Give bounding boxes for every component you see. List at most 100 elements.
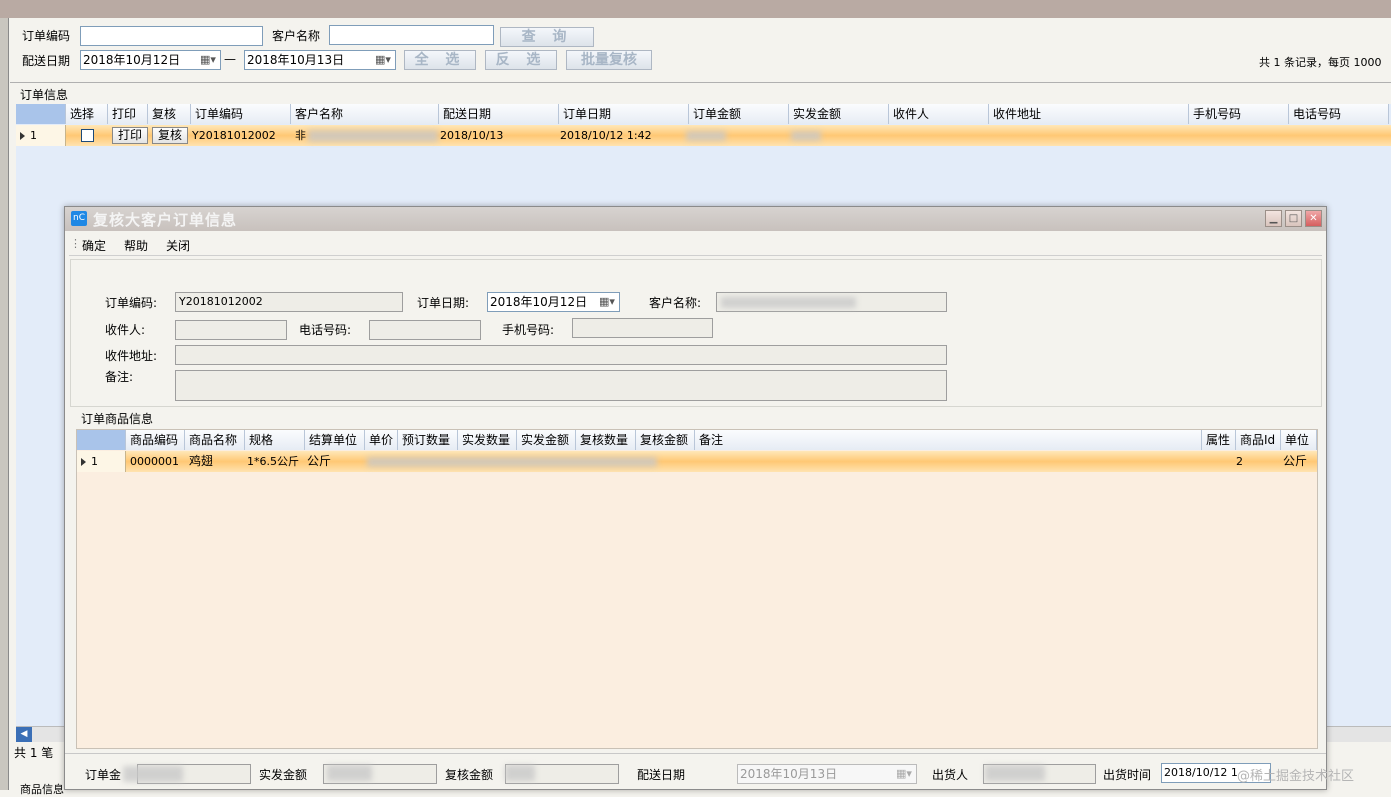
record-info: 共 1 条记录，每页 1000 [1259, 56, 1382, 69]
row-index: 1 [91, 455, 98, 468]
col-header[interactable]: 实发金额 [789, 104, 889, 124]
col-header[interactable]: 商品编码 [126, 430, 185, 450]
table-row[interactable]: 1 0000001 鸡翅 1*6.5公斤 公斤 2 公斤 [77, 451, 1317, 472]
invert-select-button[interactable]: 反 选 [485, 50, 557, 70]
col-header[interactable]: 备注 [695, 430, 1202, 450]
col-header[interactable]: 订单金额 [689, 104, 789, 124]
redacted-blur [505, 765, 535, 781]
delivery-date-value: 2018年10月13日 [740, 767, 838, 781]
calendar-icon[interactable]: ▦▾ [893, 766, 915, 782]
col-header[interactable]: 订单编码 [191, 104, 291, 124]
row-selector[interactable]: 1 [77, 451, 126, 472]
receiver-label: 收件人: [105, 323, 146, 337]
col-header[interactable]: 复核 [148, 104, 191, 124]
col-header[interactable]: 复核金额 [636, 430, 695, 450]
toolbar-grip: ⋮ [70, 237, 81, 250]
date-from-picker[interactable]: 2018年10月12日 ▦▾ [80, 50, 221, 70]
order-section-title: 订单信息 [20, 88, 69, 102]
col-header[interactable]: 订单日期 [559, 104, 689, 124]
redacted-blur [791, 131, 821, 141]
select-all-button[interactable]: 全 选 [404, 50, 476, 70]
col-header[interactable]: 单价 [365, 430, 398, 450]
row-index: 1 [30, 129, 37, 142]
grid-corner [77, 430, 126, 450]
close-icon[interactable]: ✕ [1305, 210, 1322, 227]
row-selector[interactable]: 1 [16, 125, 66, 146]
address-field[interactable] [175, 345, 947, 365]
order-date-cell: 2018/10/12 1:42 [560, 129, 652, 142]
mobile-label: 手机号码: [502, 323, 555, 337]
review-dialog: nC 复核大客户订单信息 ▁ □ ✕ ⋮ 确定 帮助 关闭 订单编码: Y201… [64, 206, 1354, 790]
review-amount-label: 复核金额 [445, 768, 494, 782]
actual-amount-label: 实发金额 [259, 768, 308, 782]
delivery-date-picker[interactable]: 2018年10月13日 ▦▾ [737, 764, 917, 784]
col-header[interactable]: 属性 [1202, 430, 1236, 450]
product-info-label: 商品信息 [20, 783, 64, 796]
divider [65, 753, 1326, 754]
col-header[interactable]: 商品名称 [185, 430, 245, 450]
menu-close[interactable]: 关闭 [166, 237, 190, 254]
date-from-value: 2018年10月12日 [83, 53, 181, 67]
redacted-blur [367, 457, 657, 467]
menu-help[interactable]: 帮助 [124, 237, 148, 254]
maximize-icon[interactable]: □ [1285, 210, 1302, 227]
menu-confirm[interactable]: 确定 [82, 237, 106, 254]
date-to-picker[interactable]: 2018年10月13日 ▦▾ [244, 50, 396, 70]
redacted-blur [308, 130, 438, 142]
order-date-value: 2018年10月12日 [490, 295, 588, 309]
col-header[interactable]: 商品Id [1236, 430, 1281, 450]
delivery-date-cell: 2018/10/13 [440, 129, 504, 142]
goods-unit2-cell: 公斤 [1283, 454, 1308, 468]
remark-field[interactable] [175, 370, 947, 401]
redacted-blur [123, 766, 183, 782]
goods-grid[interactable]: 商品编码 商品名称 规格 结算单位 单价 预订数量 实发数量 实发金额 复核数量… [76, 429, 1318, 749]
col-header[interactable]: 客户名称 [291, 104, 439, 124]
col-header[interactable]: 实发金额 [517, 430, 576, 450]
order-no-label: 订单编码 [22, 29, 71, 43]
col-header[interactable]: 单位 [1281, 430, 1317, 450]
customer-input[interactable] [329, 25, 494, 45]
col-header[interactable]: 收件人 [889, 104, 989, 124]
mobile-field[interactable] [572, 318, 713, 338]
redacted-blur [327, 765, 372, 781]
col-header[interactable]: 手机号码 [1189, 104, 1289, 124]
batch-review-button[interactable]: 批量复核 [566, 50, 652, 70]
calendar-icon[interactable]: ▦▾ [197, 52, 219, 68]
query-button[interactable]: 查 询 [500, 27, 594, 47]
goods-spec-cell: 1*6.5公斤 [247, 455, 299, 468]
app-icon: nC [71, 211, 87, 226]
row-pointer-icon [81, 458, 86, 466]
col-header[interactable]: 规格 [245, 430, 305, 450]
order-no-input[interactable] [80, 26, 263, 46]
col-header[interactable]: 选择 [66, 104, 108, 124]
col-header[interactable]: 配送日期 [439, 104, 559, 124]
scroll-left-icon[interactable]: ◀ [16, 727, 32, 742]
table-row[interactable]: 1 打印 复核 Y20181012002 非 2018/10/13 2018/1… [16, 125, 1391, 146]
col-header[interactable]: 电话号码 [1289, 104, 1389, 124]
print-button[interactable]: 打印 [112, 127, 148, 144]
order-date-label: 订单日期: [417, 296, 470, 310]
divider [69, 255, 1322, 256]
select-checkbox[interactable] [81, 129, 94, 142]
grid-corner [16, 104, 66, 124]
calendar-icon[interactable]: ▦▾ [372, 52, 394, 68]
col-header[interactable]: 复核数量 [576, 430, 636, 450]
order-date-picker[interactable]: 2018年10月12日 ▦▾ [487, 292, 620, 312]
phone-label: 电话号码: [299, 323, 352, 337]
phone-field[interactable] [369, 320, 481, 340]
top-title-bar [0, 0, 1391, 18]
redacted-blur [721, 297, 856, 308]
minimize-icon[interactable]: ▁ [1265, 210, 1282, 227]
col-header[interactable]: 结算单位 [305, 430, 365, 450]
col-header[interactable]: 实发数量 [458, 430, 517, 450]
calendar-icon[interactable]: ▦▾ [596, 294, 618, 310]
order-no-field[interactable]: Y20181012002 [175, 292, 403, 312]
goods-code-cell: 0000001 [130, 455, 179, 468]
review-button[interactable]: 复核 [152, 127, 188, 144]
col-header[interactable]: 收件地址 [989, 104, 1189, 124]
col-header[interactable]: 打印 [108, 104, 148, 124]
dialog-title-bar[interactable]: nC 复核大客户订单信息 ▁ □ ✕ [65, 207, 1326, 231]
customer-label: 客户名称: [649, 296, 702, 310]
col-header[interactable]: 预订数量 [398, 430, 458, 450]
receiver-field[interactable] [175, 320, 287, 340]
